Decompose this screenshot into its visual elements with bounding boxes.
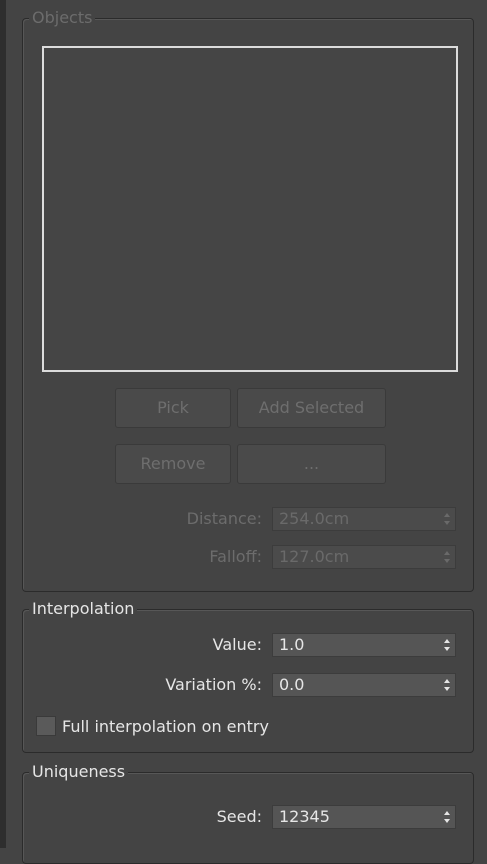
full-interpolation-checkbox[interactable] [36,716,56,736]
objects-group-title: Objects [29,7,96,29]
pick-button[interactable]: Pick [115,388,231,428]
seed-label: Seed: [216,807,262,826]
seed-spinner[interactable]: 12345 [272,805,456,829]
up-down-arrows-icon[interactable] [443,677,451,693]
value-value: 1.0 [279,635,305,654]
up-down-arrows-icon[interactable] [443,637,451,653]
falloff-value: 127.0cm [279,547,350,566]
full-interpolation-label[interactable]: Full interpolation on entry [62,716,269,738]
distance-label: Distance: [186,509,262,528]
variation-spinner[interactable]: 0.0 [272,673,456,697]
remove-button[interactable]: Remove [115,444,231,484]
variation-label: Variation %: [165,675,262,694]
distance-spinner[interactable]: 254.0cm [272,507,456,531]
falloff-spinner[interactable]: 127.0cm [272,545,456,569]
variation-value: 0.0 [279,675,305,694]
up-down-arrows-icon[interactable] [443,549,451,565]
objects-listbox[interactable] [42,46,458,372]
value-spinner[interactable]: 1.0 [272,633,456,657]
uniqueness-group-title: Uniqueness [29,761,129,783]
distance-value: 254.0cm [279,509,350,528]
up-down-arrows-icon[interactable] [443,809,451,825]
add-selected-button[interactable]: Add Selected [237,388,386,428]
seed-value: 12345 [279,807,330,826]
panel-left-edge [0,0,6,848]
interpolation-group-title: Interpolation [29,598,138,620]
up-down-arrows-icon[interactable] [443,511,451,527]
falloff-label: Falloff: [209,547,262,566]
value-label: Value: [212,635,262,654]
more-options-button[interactable]: ... [237,444,386,484]
